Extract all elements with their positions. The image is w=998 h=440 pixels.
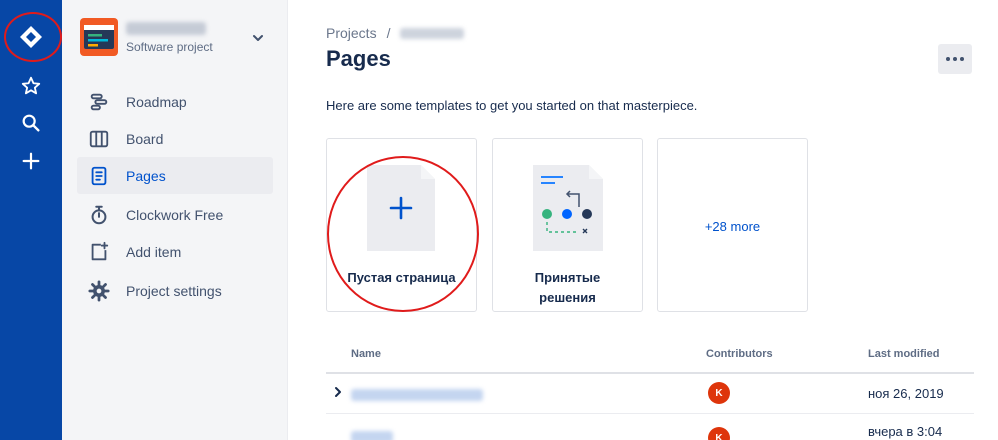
row-divider — [326, 413, 974, 414]
sidebar-item-label: Clockwork Free — [126, 206, 224, 223]
project-sidebar: Software project Roadmap Board Pages Clo… — [62, 0, 288, 440]
sidebar-item-project-settings[interactable]: Project settings — [77, 272, 273, 309]
board-icon — [87, 127, 111, 151]
sidebar-item-pages[interactable]: Pages — [77, 157, 273, 194]
last-modified: ноя 26, 2019 — [868, 386, 944, 401]
more-actions-button[interactable] — [938, 44, 972, 74]
more-dot — [960, 57, 964, 61]
project-type: Software project — [126, 40, 213, 54]
sidebar-item-clockwork[interactable]: Clockwork Free — [77, 196, 273, 233]
column-header-contributors: Contributors — [706, 348, 773, 360]
annotation-circle-logo — [4, 12, 62, 62]
page-title: Pages — [326, 46, 391, 71]
breadcrumb-project-redacted[interactable] — [400, 27, 465, 39]
sidebar-item-roadmap[interactable]: Roadmap — [77, 83, 273, 120]
template-card-blank-page[interactable]: Пустая страница — [326, 138, 477, 312]
template-label-line1: Принятые — [534, 270, 601, 285]
column-header-last-modified[interactable]: Last modified — [868, 348, 940, 360]
chevron-right-icon[interactable] — [332, 386, 344, 398]
project-name-redacted — [126, 22, 206, 35]
sidebar-item-label: Pages — [126, 167, 166, 184]
template-label: Пустая страница — [347, 270, 456, 285]
stopwatch-icon — [87, 203, 111, 227]
project-switcher[interactable]: Software project — [80, 18, 274, 60]
last-modified: вчера в 3:04 — [868, 424, 943, 439]
gear-icon — [87, 279, 111, 303]
project-avatar — [80, 18, 118, 56]
template-label-line2: решения — [539, 290, 596, 305]
breadcrumb-projects-link[interactable]: Projects — [326, 25, 377, 41]
avatar[interactable]: K — [708, 382, 730, 404]
decisions-icon — [533, 165, 603, 251]
sidebar-item-add-item[interactable]: Add item — [77, 233, 273, 270]
chevron-down-icon[interactable] — [250, 30, 266, 46]
table-header-divider — [326, 372, 974, 374]
add-item-icon — [87, 240, 111, 264]
roadmap-icon — [87, 90, 111, 114]
sidebar-item-label: Roadmap — [126, 93, 187, 110]
blank-page-icon — [367, 165, 435, 251]
sidebar-item-label: Board — [126, 130, 164, 147]
pages-icon — [87, 164, 111, 188]
more-dot — [946, 57, 950, 61]
sidebar-item-label: Add item — [126, 243, 182, 260]
star-icon[interactable] — [11, 66, 51, 106]
more-templates-link[interactable]: +28 more — [658, 219, 807, 234]
column-header-name[interactable]: Name — [351, 348, 381, 360]
breadcrumb: Projects / — [326, 25, 465, 41]
page-title-link-redacted[interactable] — [351, 389, 483, 401]
search-icon[interactable] — [11, 103, 51, 143]
more-dot — [953, 57, 957, 61]
template-card-more[interactable]: +28 more — [657, 138, 808, 312]
sidebar-item-board[interactable]: Board — [77, 120, 273, 157]
app: Software project Roadmap Board Pages Clo… — [0, 0, 998, 440]
create-icon[interactable] — [11, 141, 51, 181]
template-card-decisions[interactable]: Принятые решения — [492, 138, 643, 312]
page-title-link-redacted[interactable] — [351, 431, 393, 440]
global-nav — [0, 0, 62, 440]
sidebar-item-label: Project settings — [126, 282, 222, 299]
intro-text: Here are some templates to get you start… — [326, 98, 698, 113]
breadcrumb-separator: / — [386, 25, 391, 41]
